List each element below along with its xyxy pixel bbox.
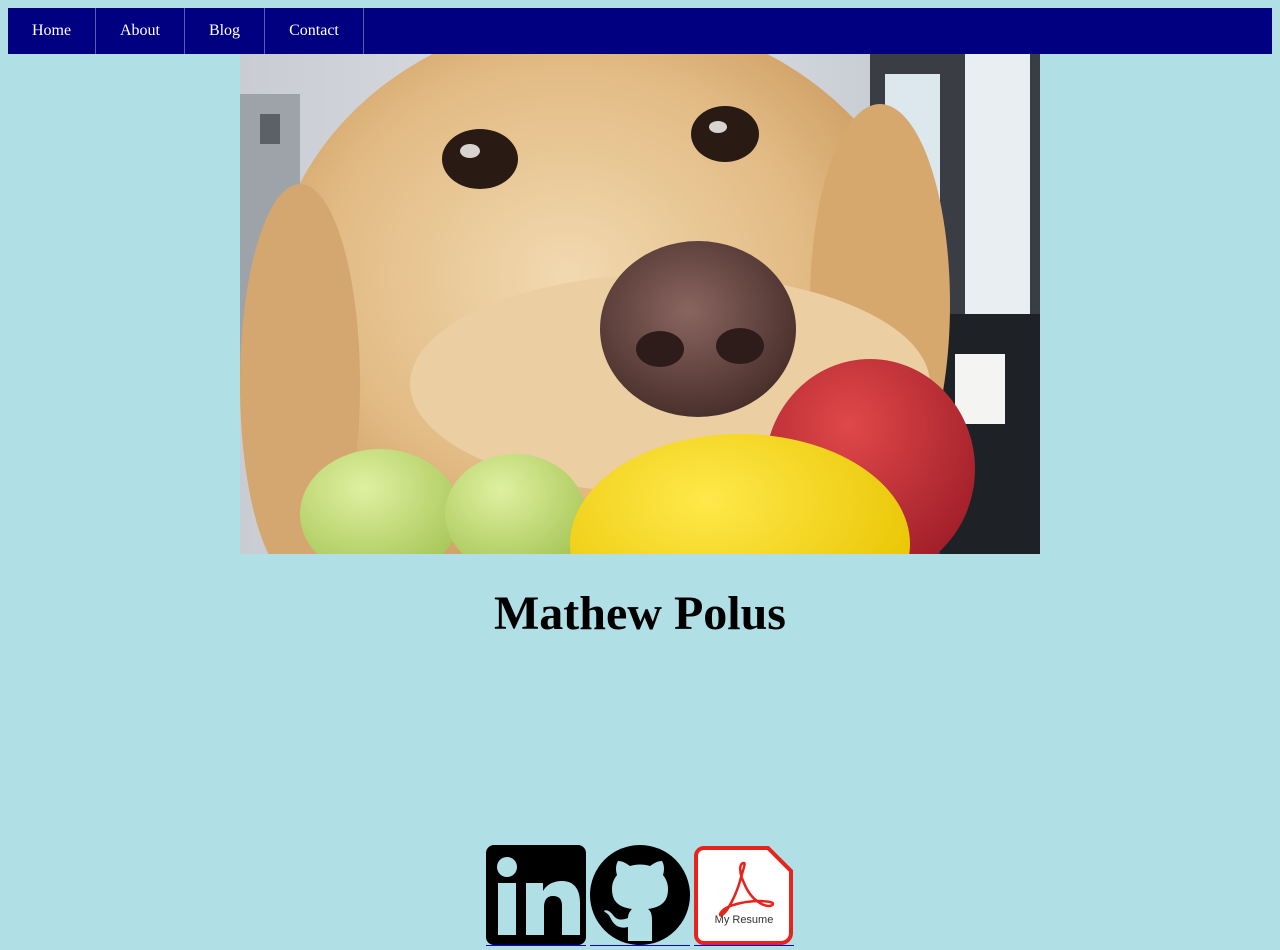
github-icon [590,845,690,945]
hero-image [240,54,1040,554]
linkedin-link[interactable] [486,845,586,946]
nav-about[interactable]: About [96,8,185,54]
dog-photo [240,54,1040,554]
resume-caption: My Resume [715,914,774,926]
social-links: My Resume [486,845,794,946]
top-nav: Home About Blog Contact [8,8,1272,54]
nav-contact[interactable]: Contact [265,8,364,54]
resume-link[interactable]: My Resume [694,845,794,946]
pdf-resume-icon: My Resume [694,846,793,945]
linkedin-icon [486,845,586,945]
nav-blog[interactable]: Blog [185,8,265,54]
github-link[interactable] [590,845,690,946]
nav-home[interactable]: Home [8,8,96,54]
page-title: Mathew Polus [494,587,786,640]
